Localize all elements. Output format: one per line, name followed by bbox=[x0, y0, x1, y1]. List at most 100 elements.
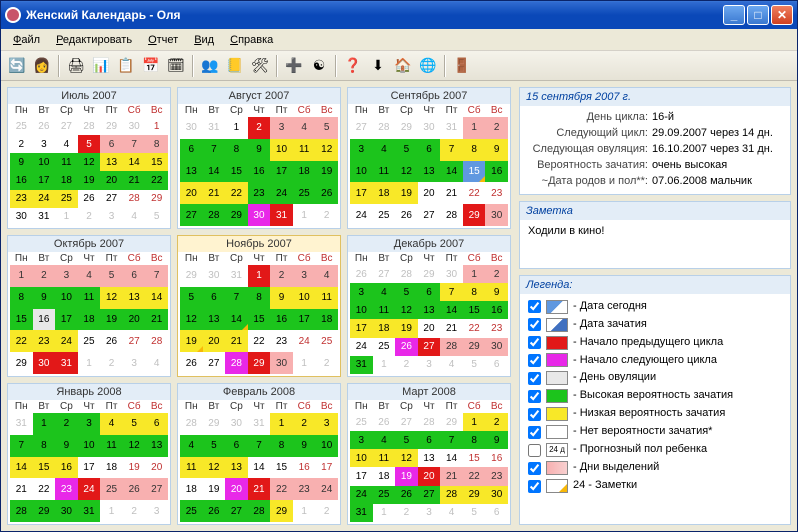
day-prev[interactable]: 28 bbox=[373, 117, 396, 139]
day-next[interactable]: 2 bbox=[315, 500, 338, 522]
day-cell[interactable]: 12 bbox=[315, 139, 338, 161]
day-cell[interactable]: 29 bbox=[463, 486, 486, 504]
day-cell[interactable]: 28 bbox=[123, 190, 146, 208]
day-cell[interactable]: 13 bbox=[203, 309, 226, 331]
day-cell[interactable]: 13 bbox=[418, 449, 441, 467]
day-cell[interactable]: 20 bbox=[100, 171, 123, 189]
day-cell[interactable]: 16 bbox=[10, 171, 33, 189]
day-prev[interactable]: 27 bbox=[55, 117, 78, 135]
day-prev[interactable]: 30 bbox=[203, 265, 226, 287]
notes-button[interactable]: 📒 bbox=[223, 54, 247, 78]
day-next[interactable]: 1 bbox=[373, 356, 396, 374]
day-cell[interactable]: 15 bbox=[248, 309, 271, 331]
day-cell[interactable]: 7 bbox=[248, 435, 271, 457]
legend-checkbox[interactable] bbox=[528, 354, 541, 367]
day-cell[interactable]: 22 bbox=[463, 319, 486, 337]
day-cell[interactable]: 30 bbox=[55, 500, 78, 522]
legend-checkbox[interactable] bbox=[528, 426, 541, 439]
day-prev[interactable]: 29 bbox=[180, 265, 203, 287]
day-cell[interactable]: 11 bbox=[55, 153, 78, 171]
day-cell[interactable]: 12 bbox=[395, 161, 418, 183]
user-button[interactable]: 👩 bbox=[30, 54, 54, 78]
day-cell[interactable]: 6 bbox=[100, 135, 123, 153]
day-cell[interactable]: 24 bbox=[315, 478, 338, 500]
day-cell[interactable]: 25 bbox=[293, 182, 316, 204]
day-cell[interactable]: 21 bbox=[440, 182, 463, 204]
day-cell[interactable]: 11 bbox=[315, 287, 338, 309]
day-cell[interactable]: 20 bbox=[225, 478, 248, 500]
day-cell[interactable]: 5 bbox=[123, 413, 146, 435]
day-cell[interactable]: 15 bbox=[270, 457, 293, 479]
month[interactable]: Февраль 2008ПнВтСрЧтПтСбВс28293031123456… bbox=[177, 383, 341, 525]
day-cell[interactable]: 9 bbox=[33, 287, 56, 309]
day-cell[interactable]: 12 bbox=[180, 309, 203, 331]
day-cell[interactable]: 5 bbox=[315, 117, 338, 139]
menu-report[interactable]: Отчет bbox=[140, 32, 186, 48]
day-cell[interactable]: 13 bbox=[225, 457, 248, 479]
month[interactable]: Декабрь 2007ПнВтСрЧтПтСбВс26272829301234… bbox=[347, 235, 511, 377]
day-cell[interactable]: 2 bbox=[248, 117, 271, 139]
menu-help[interactable]: Справка bbox=[222, 32, 281, 48]
day-cell[interactable]: 13 bbox=[418, 301, 441, 319]
day-cell[interactable]: 30 bbox=[10, 208, 33, 226]
day-next[interactable]: 2 bbox=[395, 504, 418, 522]
day-cell[interactable]: 23 bbox=[248, 182, 271, 204]
day-cell[interactable]: 8 bbox=[463, 283, 486, 301]
day-cell[interactable]: 9 bbox=[293, 435, 316, 457]
month[interactable]: Октябрь 2007ПнВтСрЧтПтСбВс12345678910111… bbox=[7, 235, 171, 377]
day-cell[interactable]: 19 bbox=[180, 330, 203, 352]
day-cell[interactable]: 13 bbox=[100, 153, 123, 171]
legend-checkbox[interactable] bbox=[528, 336, 541, 349]
month[interactable]: Сентябрь 2007ПнВтСрЧтПтСбВс2728293031123… bbox=[347, 87, 511, 229]
day-cell[interactable]: 4 bbox=[293, 117, 316, 139]
day-cell[interactable]: 2 bbox=[270, 265, 293, 287]
day-cell[interactable]: 23 bbox=[10, 190, 33, 208]
day-cell[interactable]: 9 bbox=[270, 287, 293, 309]
day-cell[interactable]: 19 bbox=[395, 182, 418, 204]
day-cell[interactable]: 27 bbox=[418, 338, 441, 356]
day-cell[interactable]: 3 bbox=[350, 283, 373, 301]
day-cell[interactable]: 22 bbox=[463, 467, 486, 485]
day-prev[interactable]: 28 bbox=[418, 413, 441, 431]
day-cell[interactable]: 5 bbox=[180, 287, 203, 309]
day-cell[interactable]: 19 bbox=[100, 309, 123, 331]
day-cell[interactable]: 5 bbox=[395, 139, 418, 161]
day-cell[interactable]: 10 bbox=[350, 301, 373, 319]
day-cell[interactable]: 12 bbox=[123, 435, 146, 457]
day-cell[interactable]: 20 bbox=[180, 182, 203, 204]
day-cell[interactable]: 3 bbox=[350, 139, 373, 161]
day-cell[interactable]: 25 bbox=[373, 486, 396, 504]
day-cell[interactable]: 2 bbox=[485, 265, 508, 283]
day-cell[interactable]: 26 bbox=[315, 182, 338, 204]
day-cell[interactable]: 18 bbox=[78, 309, 101, 331]
globe-button[interactable]: 🌐 bbox=[416, 54, 440, 78]
day-cell[interactable]: 13 bbox=[418, 161, 441, 183]
day-cell[interactable]: 27 bbox=[418, 486, 441, 504]
day-next[interactable]: 4 bbox=[440, 504, 463, 522]
day-cell[interactable]: 23 bbox=[55, 478, 78, 500]
day-cell[interactable]: 20 bbox=[123, 309, 146, 331]
day-cell[interactable]: 14 bbox=[440, 161, 463, 183]
day-prev[interactable]: 25 bbox=[350, 413, 373, 431]
day-cell[interactable]: 10 bbox=[33, 153, 56, 171]
day-cell[interactable]: 1 bbox=[270, 413, 293, 435]
day-prev[interactable]: 30 bbox=[440, 265, 463, 283]
day-prev[interactable]: 25 bbox=[10, 117, 33, 135]
day-cell[interactable]: 7 bbox=[225, 287, 248, 309]
day-cell[interactable]: 29 bbox=[225, 204, 248, 226]
day-cell[interactable]: 12 bbox=[78, 153, 101, 171]
day-prev[interactable]: 26 bbox=[350, 265, 373, 283]
day-prev[interactable]: 30 bbox=[123, 117, 146, 135]
day-cell[interactable]: 23 bbox=[485, 319, 508, 337]
day-cell[interactable]: 16 bbox=[270, 309, 293, 331]
day-cell[interactable]: 24 bbox=[293, 330, 316, 352]
day-cell[interactable]: 11 bbox=[100, 435, 123, 457]
day-cell[interactable]: 17 bbox=[350, 319, 373, 337]
day-cell[interactable]: 20 bbox=[418, 467, 441, 485]
day-cell[interactable]: 9 bbox=[55, 435, 78, 457]
day-cell[interactable]: 29 bbox=[10, 352, 33, 374]
month[interactable]: Ноябрь 2007ПнВтСрЧтПтСбВс293031123456789… bbox=[177, 235, 341, 377]
day-cell[interactable]: 11 bbox=[373, 161, 396, 183]
day-cell[interactable]: 8 bbox=[248, 287, 271, 309]
day-cell[interactable]: 14 bbox=[440, 449, 463, 467]
